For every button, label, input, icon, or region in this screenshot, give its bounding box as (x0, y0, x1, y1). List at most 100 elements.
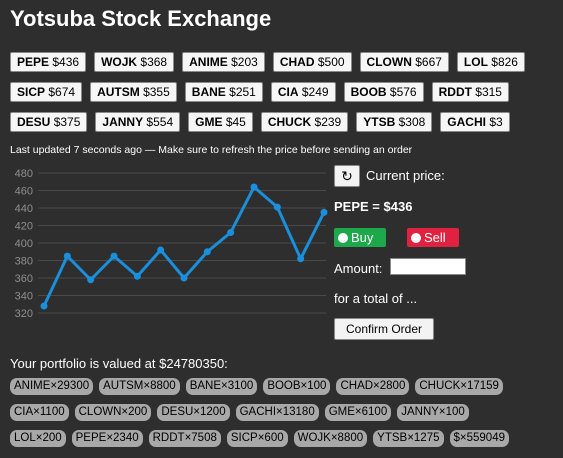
ticker-price: $315 (475, 85, 502, 99)
ticker-symbol: CLOWN (366, 55, 412, 69)
ticker-price: $355 (143, 85, 170, 99)
buy-label: Buy (351, 230, 374, 245)
price-point (157, 246, 165, 254)
holdings-row: ANIME×29300 AUTSM×8800 BANE×3100 BOOB×100 CH… (10, 378, 555, 395)
ticker-price: $500 (317, 55, 345, 69)
ticker-button-janny[interactable]: JANNY $554 (95, 112, 181, 132)
ticker-symbol: YTSB (363, 115, 396, 129)
ticker-price: $45 (225, 115, 246, 129)
ticker-button-rddt[interactable]: RDDT $315 (431, 82, 509, 102)
ticker-button-desu[interactable]: DESU $375 (10, 112, 88, 132)
ticker-symbol: AUTSM (97, 85, 140, 99)
holding-chip: GME×6100 (324, 404, 392, 421)
holding-chip: BOOB×100 (263, 378, 331, 395)
price-point (297, 255, 305, 263)
amount-label: Amount: (334, 261, 383, 276)
y-tick-label: 360 (15, 273, 33, 285)
amount-input[interactable] (390, 258, 466, 275)
holding-chip: RDDT×7508 (148, 430, 221, 447)
holding-chip: GACHI×13180 (235, 404, 319, 421)
ticker-price: $826 (491, 55, 518, 69)
ticker-row: DESU $375 JANNY $554 GME $45 CHUCK $239 YTSB… (10, 112, 510, 132)
price-point (273, 203, 281, 211)
holding-chip: CLOWN×200 (74, 404, 152, 421)
ticker-button-cia[interactable]: CIA $249 (270, 82, 336, 102)
y-tick-label: 340 (15, 291, 33, 303)
ticker-symbol: CHUCK (267, 115, 312, 129)
y-tick-label: 400 (15, 238, 33, 250)
holding-chip: BANE×3100 (185, 378, 258, 395)
ticker-row: PEPE $436 WOJK $368 ANIME $203 CHAD $500 CLO… (10, 52, 525, 72)
ticker-button-gachi[interactable]: GACHI $3 (440, 112, 510, 132)
sell-radio[interactable]: Sell (407, 228, 459, 247)
holding-chip: PEPE×2340 (71, 430, 143, 447)
ticker-symbol: GACHI (447, 115, 486, 129)
holding-chip: CHUCK×17159 (415, 378, 503, 395)
ticker-price: $667 (415, 55, 442, 69)
holding-chip: CIA×1100 (10, 404, 69, 421)
ticker-symbol: BOOB (350, 85, 387, 99)
ticker-price: $249 (301, 85, 329, 99)
ticker-price: $674 (48, 85, 76, 99)
sell-radio-dot (411, 232, 421, 243)
ticker-button-pepe[interactable]: PEPE $436 (10, 52, 87, 72)
ticker-price: $436 (52, 55, 80, 69)
ticker-price: $375 (53, 115, 81, 129)
page-title: Yotsuba Stock Exchange (10, 6, 272, 31)
price-point (133, 272, 141, 280)
price-point (320, 208, 328, 216)
ticker-button-ytsb[interactable]: YTSB $308 (356, 112, 433, 132)
price-point (227, 229, 235, 236)
ticker-price: $203 (231, 55, 258, 69)
price-point (180, 274, 188, 282)
ticker-price: $554 (146, 115, 174, 129)
ticker-button-gme[interactable]: GME $45 (188, 112, 253, 132)
holding-chip: AUTSM×8800 (99, 378, 180, 395)
buy-radio[interactable]: Buy (334, 228, 386, 247)
ticker-button-bane[interactable]: BANE $251 (184, 82, 263, 102)
ticker-symbol: RDDT (438, 85, 472, 99)
ticker-price: $576 (389, 85, 417, 99)
ticker-price: $239 (314, 115, 342, 129)
ticker-symbol: CHAD (279, 55, 315, 69)
portfolio-value: Your portfolio is valued at $24780350: (10, 356, 228, 371)
ticker-row: SICP $674 AUTSM $355 BANE $251 CIA $249 BOOB… (10, 82, 509, 102)
ticker-symbol: DESU (17, 115, 51, 129)
ticker-button-sicp[interactable]: SICP $674 (10, 82, 83, 102)
y-tick-label: 460 (15, 186, 33, 198)
ticker-price: $368 (140, 55, 168, 69)
buy-radio-dot (338, 232, 348, 243)
ticker-button-chuck[interactable]: CHUCK $239 (260, 112, 349, 132)
ticker-button-autsm[interactable]: AUTSM $355 (90, 82, 177, 102)
ticker-symbol: WOJK (101, 55, 138, 69)
refresh-button[interactable]: ↻ (334, 165, 360, 187)
ticker-button-wojk[interactable]: WOJK $368 (94, 52, 175, 72)
current-price-value: PEPE = $436 (334, 199, 413, 214)
ticker-button-anime[interactable]: ANIME $203 (182, 52, 265, 72)
holding-chip: ANIME×29300 (10, 378, 94, 395)
sell-label: Sell (424, 230, 446, 245)
ticker-symbol: LOL (463, 55, 488, 69)
ticker-button-chad[interactable]: CHAD $500 (272, 52, 352, 72)
ticker-symbol: SICP (17, 85, 46, 99)
y-tick-label: 420 (15, 221, 33, 233)
ticker-symbol: GME (195, 115, 223, 129)
ticker-button-boob[interactable]: BOOB $576 (343, 82, 424, 102)
confirm-order-button[interactable]: Confirm Order (334, 318, 434, 340)
last-updated-status: Last updated 7 seconds ago — Make sure t… (10, 144, 413, 156)
price-point (250, 183, 258, 191)
refresh-icon: ↻ (341, 168, 353, 184)
holding-chip: YTSB×1275 (373, 430, 444, 447)
holding-chip: LOL×200 (10, 430, 66, 447)
holdings-row: LOL×200 PEPE×2340 RDDT×7508 SICP×600 WOJK×88… (10, 430, 555, 447)
price-line (42, 185, 326, 307)
holdings-row: CIA×1100 CLOWN×200 DESU×1200 GACHI×13180 GME… (10, 404, 555, 421)
order-total: for a total of ... (334, 291, 418, 306)
holding-chip: WOJK×8800 (293, 430, 368, 447)
ticker-symbol: ANIME (189, 55, 228, 69)
price-point (110, 252, 118, 260)
ticker-button-clown[interactable]: CLOWN $667 (359, 52, 449, 72)
ticker-symbol: JANNY (102, 115, 144, 129)
holding-chip: DESU×1200 (157, 404, 230, 421)
ticker-button-lol[interactable]: LOL $826 (456, 52, 525, 72)
